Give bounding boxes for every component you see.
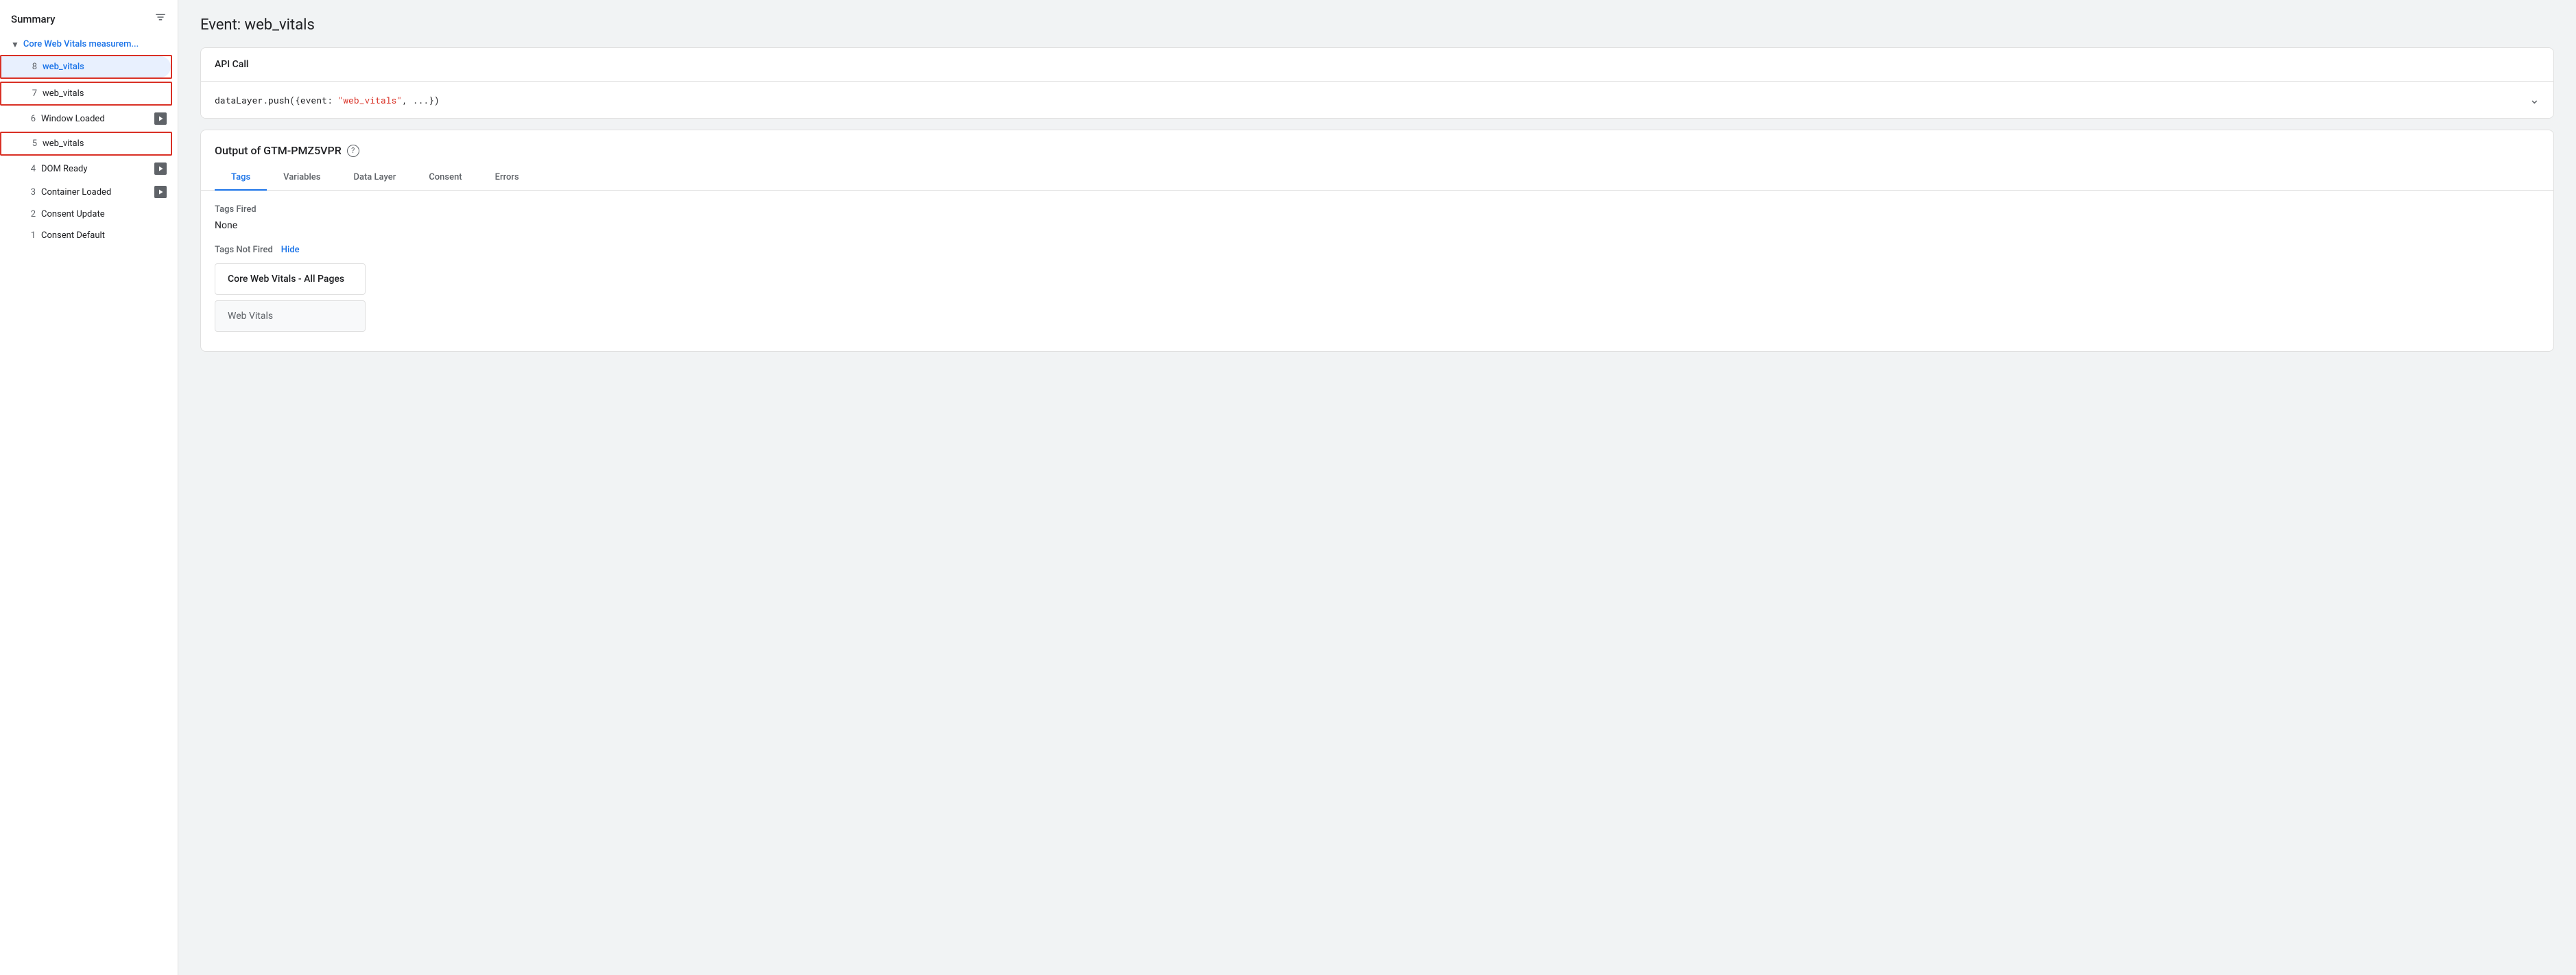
code-prefix: dataLayer.push({event:	[215, 94, 337, 106]
tab-variables[interactable]: Variables	[267, 165, 337, 191]
sidebar-group-label: Core Web Vitals measurem...	[23, 39, 139, 49]
sidebar-item-2[interactable]: 2 Consent Update	[0, 204, 178, 225]
tab-data-layer[interactable]: Data Layer	[337, 165, 412, 191]
tags-not-fired-row: Tags Not Fired Hide	[215, 245, 2540, 255]
api-call-code: dataLayer.push({event: "web_vitals", ...…	[215, 94, 440, 106]
chevron-icon: ▼	[11, 40, 19, 49]
item-label-8: web_vitals	[43, 62, 160, 72]
output-title: Output of GTM-PMZ5VPR	[215, 144, 342, 157]
sidebar-item-4[interactable]: 4 DOM Ready	[0, 157, 178, 180]
tag-card-web-vitals[interactable]: Web Vitals	[215, 300, 366, 332]
tags-not-fired-label: Tags Not Fired	[215, 245, 273, 255]
sidebar-header: Summary	[0, 11, 178, 35]
item-label-3: Container Loaded	[41, 187, 150, 197]
item-number-5: 5	[23, 139, 37, 149]
tab-tags[interactable]: Tags	[215, 165, 267, 191]
tags-fired-value: None	[215, 220, 2540, 231]
output-header: Output of GTM-PMZ5VPR ?	[201, 130, 2553, 157]
item-label-7: web_vitals	[43, 88, 160, 99]
api-call-header: API Call	[201, 48, 2553, 82]
tags-fired-label: Tags Fired	[215, 204, 2540, 215]
item-label-5: web_vitals	[43, 139, 160, 149]
item-number-7: 7	[23, 88, 37, 99]
event-icon-3	[154, 186, 167, 198]
tab-errors[interactable]: Errors	[479, 165, 536, 191]
item-label-4: DOM Ready	[41, 164, 150, 174]
sidebar-item-3[interactable]: 3 Container Loaded	[0, 180, 178, 204]
item-number-8: 8	[23, 62, 37, 72]
sidebar-item-7[interactable]: 7 web_vitals	[1, 83, 171, 104]
output-card: Output of GTM-PMZ5VPR ? Tags Variables D…	[200, 130, 2554, 352]
item-label-6: Window Loaded	[41, 114, 150, 124]
api-call-body: dataLayer.push({event: "web_vitals", ...…	[201, 82, 2553, 118]
item-label-2: Consent Update	[41, 209, 167, 219]
sidebar-item-1[interactable]: 1 Consent Default	[0, 225, 178, 246]
sidebar-item-8[interactable]: 8 web_vitals	[1, 56, 171, 77]
tab-consent[interactable]: Consent	[412, 165, 478, 191]
api-call-card: API Call dataLayer.push({event: "web_vit…	[200, 47, 2554, 119]
tabs-bar: Tags Variables Data Layer Consent Errors	[201, 165, 2553, 191]
item-number-1: 1	[22, 230, 36, 241]
tag-cards-list: Core Web Vitals - All Pages Web Vitals	[215, 263, 2540, 337]
page-title: Event: web_vitals	[200, 16, 2554, 34]
help-icon[interactable]: ?	[347, 145, 359, 157]
event-icon-4	[154, 162, 167, 175]
sidebar-item-6[interactable]: 6 Window Loaded	[0, 107, 178, 130]
code-suffix: , ...})	[402, 94, 440, 106]
sidebar: Summary ▼ Core Web Vitals measurem... 8 …	[0, 0, 178, 975]
hide-button[interactable]: Hide	[281, 245, 300, 255]
item-number-6: 6	[22, 114, 36, 124]
filter-icon[interactable]	[154, 11, 167, 27]
code-string: "web_vitals"	[337, 94, 402, 106]
tab-content-tags: Tags Fired None Tags Not Fired Hide Core…	[201, 191, 2553, 351]
item-label-1: Consent Default	[41, 230, 167, 241]
sidebar-item-5[interactable]: 5 web_vitals	[1, 133, 171, 154]
tag-card-core-web-vitals[interactable]: Core Web Vitals - All Pages	[215, 263, 366, 295]
main-content: Event: web_vitals API Call dataLayer.pus…	[178, 0, 2576, 975]
sidebar-group-header[interactable]: ▼ Core Web Vitals measurem...	[0, 35, 178, 53]
item-number-2: 2	[22, 209, 36, 219]
item-number-3: 3	[22, 187, 36, 197]
sidebar-title: Summary	[11, 13, 55, 25]
expand-icon[interactable]: ⌄	[2529, 93, 2540, 107]
item-number-4: 4	[22, 164, 36, 174]
event-icon-6	[154, 112, 167, 125]
